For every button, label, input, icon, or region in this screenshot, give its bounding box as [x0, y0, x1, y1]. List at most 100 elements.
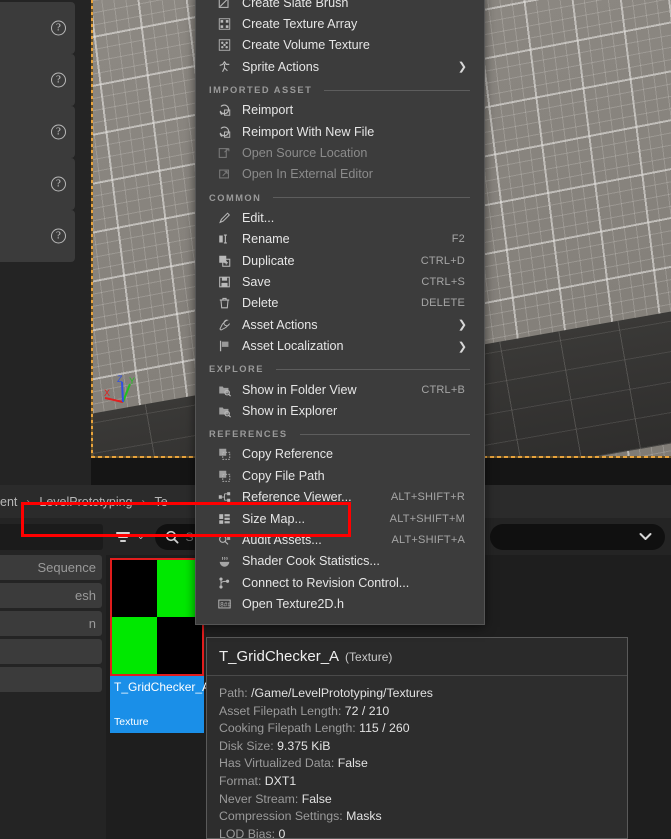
viewport-focus-border-left — [91, 0, 93, 458]
menu-item-asset-localization[interactable]: Asset Localization ❯ — [196, 335, 484, 356]
menu-item-save[interactable]: Save CTRL+S — [196, 271, 484, 292]
menu-section-header: IMPORTED ASSET — [196, 81, 484, 100]
flag-icon — [216, 339, 233, 354]
menu-item-shader-cook-statistics[interactable]: Shader Cook Statistics... — [196, 551, 484, 572]
menu-item-reimport[interactable]: Reimport — [196, 100, 484, 121]
texture-array-icon — [216, 17, 233, 32]
menu-section-divider — [299, 433, 470, 435]
menu-item-create-slate-brush[interactable]: Create Slate Brush — [196, 0, 484, 13]
menu-item-label: Shader Cook Statistics... — [242, 554, 380, 569]
asset-tooltip: T_GridChecker_A (Texture) Path: /Game/Le… — [206, 637, 628, 839]
tooltip-value: Masks — [346, 809, 382, 824]
svg-text:8##: 8## — [220, 602, 231, 609]
menu-section-label: EXPLORE — [209, 364, 264, 375]
menu-item-label: Open Texture2D.h — [242, 597, 344, 612]
menu-section-divider — [324, 89, 470, 91]
menu-item-sprite-actions[interactable]: Sprite Actions ❯ — [196, 56, 484, 77]
menu-item-create-volume-texture[interactable]: Create Volume Texture — [196, 35, 484, 56]
list-item[interactable] — [0, 667, 102, 692]
menu-item-delete[interactable]: Delete DELETE — [196, 293, 484, 314]
list-item[interactable]: esh — [0, 583, 102, 608]
help-icon[interactable]: ? — [51, 72, 66, 88]
menu-item-label: Sprite Actions — [242, 59, 320, 74]
tooltip-key: Format: — [219, 773, 262, 788]
list-item-label: Sequence — [37, 560, 96, 575]
chevron-down-icon[interactable]: ⌄ — [137, 531, 145, 542]
menu-item-show-in-explorer[interactable]: Show in Explorer — [196, 400, 484, 421]
asset-tile-label: T_GridChecker_A Texture — [110, 676, 210, 733]
detail-card[interactable]: ? — [0, 210, 75, 262]
asset-type-sidebar: Sequence esh n — [0, 555, 102, 695]
tooltip-value: /Game/LevelPrototyping/Textures — [251, 686, 433, 700]
menu-item-label: Asset Actions — [242, 317, 318, 332]
asset-type: Texture — [114, 716, 149, 728]
menu-item-audit-assets[interactable]: Audit Assets... ALT+SHIFT+A — [196, 529, 484, 550]
tooltip-key: Cooking Filepath Length: — [219, 721, 356, 736]
menu-item-edit[interactable]: Edit... — [196, 207, 484, 228]
detail-card[interactable]: ? — [0, 2, 75, 54]
menu-section-label: REFERENCES — [209, 429, 288, 440]
breadcrumb-item[interactable]: ent — [0, 495, 17, 509]
chevron-right-icon: ❯ — [457, 340, 467, 353]
tooltip-value: 0 — [278, 826, 286, 839]
menu-item-reimport-with-new-file[interactable]: Reimport With New File — [196, 121, 484, 142]
menu-item-rename[interactable]: Rename F2 — [196, 229, 484, 250]
menu-item-size-map[interactable]: Size Map... ALT+SHIFT+M — [196, 508, 484, 529]
menu-item-label: Open Source Location — [242, 146, 368, 161]
rename-icon — [216, 232, 233, 247]
menu-item-label: Connect to Revision Control... — [242, 575, 410, 590]
tooltip-key: Has Virtualized Data: — [219, 756, 335, 771]
menu-section-label: IMPORTED ASSET — [209, 85, 313, 96]
breadcrumb-item[interactable]: Te — [155, 495, 168, 509]
menu-item-open-texture2d-h[interactable]: 8## Open Texture2D.h — [196, 593, 484, 614]
menu-section-header: EXPLORE — [196, 360, 484, 379]
toolbar-left-slot[interactable] — [0, 523, 103, 550]
view-options-dropdown[interactable] — [490, 523, 665, 550]
list-item[interactable]: n — [0, 611, 102, 636]
menu-item-label: Save — [242, 274, 271, 289]
menu-item-shortcut: CTRL+B — [421, 383, 465, 396]
header-file-icon: 8## — [216, 597, 233, 612]
tooltip-row: LOD Bias: 0 — [219, 826, 627, 839]
menu-item-copy-file-path[interactable]: Copy File Path — [196, 465, 484, 486]
menu-item-label: Delete — [242, 296, 279, 311]
menu-item-create-texture-array[interactable]: Create Texture Array — [196, 13, 484, 34]
help-icon[interactable]: ? — [51, 176, 66, 192]
filter-button[interactable] — [112, 526, 134, 548]
menu-item-show-in-folder-view[interactable]: Show in Folder View CTRL+B — [196, 379, 484, 400]
tooltip-key: Disk Size: — [219, 738, 274, 753]
menu-item-connect-to-revision-control[interactable]: Connect to Revision Control... — [196, 572, 484, 593]
external-editor-icon — [216, 167, 233, 182]
breadcrumb-item[interactable]: LevelPrototyping — [39, 495, 132, 509]
help-icon[interactable]: ? — [51, 228, 66, 244]
detail-card[interactable]: ? — [0, 106, 75, 158]
duplicate-icon — [216, 253, 233, 268]
list-item[interactable]: Sequence — [0, 555, 102, 580]
tooltip-row: Format: DXT1 — [219, 773, 627, 791]
menu-item-label: Size Map... — [242, 511, 305, 526]
shader-cook-icon — [216, 554, 233, 569]
tooltip-header: T_GridChecker_A (Texture) — [207, 638, 627, 676]
menu-item-reference-viewer[interactable]: Reference Viewer... ALT+SHIFT+R — [196, 486, 484, 507]
asset-tile[interactable]: T_GridChecker_A Texture — [110, 558, 210, 733]
tooltip-value: 115 / 260 — [359, 721, 410, 736]
menu-item-duplicate[interactable]: Duplicate CTRL+D — [196, 250, 484, 271]
menu-item-asset-actions[interactable]: Asset Actions ❯ — [196, 314, 484, 335]
help-icon[interactable]: ? — [51, 20, 66, 36]
search-placeholder: S — [185, 529, 194, 544]
detail-card[interactable]: ? — [0, 158, 75, 210]
reference-viewer-icon — [216, 490, 233, 505]
tooltip-row: Path: /Game/LevelPrototyping/Textures — [219, 685, 627, 703]
details-panel: ? ? ? ? ? — [0, 0, 90, 485]
help-icon[interactable]: ? — [51, 124, 66, 140]
axis-gizmo-icon: X Y Z — [104, 374, 135, 403]
detail-card[interactable]: ? — [0, 54, 75, 106]
tooltip-key: LOD Bias: — [219, 826, 276, 839]
tooltip-value: False — [301, 791, 332, 806]
trash-icon — [216, 296, 233, 311]
list-item[interactable] — [0, 639, 102, 664]
menu-item-label: Copy File Path — [242, 468, 325, 483]
tooltip-row: Has Virtualized Data: False — [219, 755, 627, 773]
menu-item-copy-reference[interactable]: Copy Reference — [196, 444, 484, 465]
asset-context-menu[interactable]: Create Slate Brush Create Texture Array Cr… — [195, 0, 485, 625]
